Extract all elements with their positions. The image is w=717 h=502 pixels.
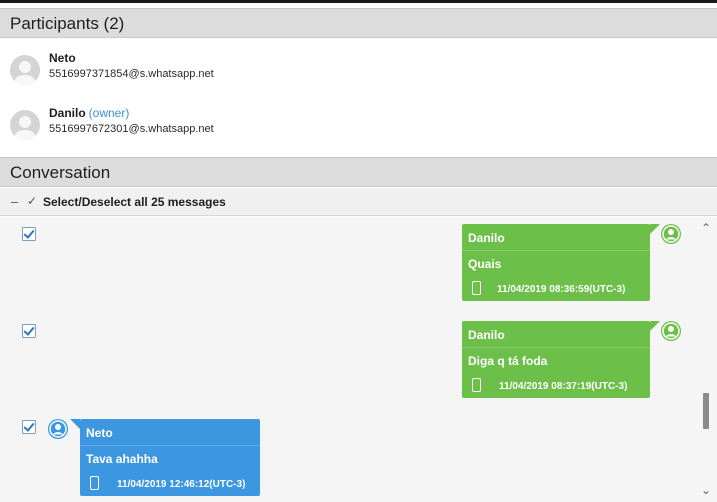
message-text: Diga q tá foda [468, 354, 548, 368]
phone-icon [472, 378, 481, 392]
bubble-tail [650, 321, 660, 331]
owner-tag: (owner) [88, 106, 130, 120]
bubble-tail [70, 419, 80, 429]
message-bubble: Neto Tava ahahha 11/04/2019 12:46:12(UTC… [80, 419, 260, 496]
bubble-divider [80, 445, 260, 446]
message-text: Quais [468, 257, 502, 271]
message-time: 11/04/2019 08:36:59(UTC-3) [497, 284, 626, 295]
participant-item: Danilo (owner) 5516997672301@s.whatsapp.n… [10, 104, 430, 144]
user-silhouette-icon [10, 110, 40, 140]
user-circle-icon [48, 419, 68, 439]
scroll-thumb[interactable] [703, 393, 709, 429]
message-time: 11/04/2019 12:46:12(UTC-3) [117, 479, 246, 490]
message-bubble: Danilo Diga q tá foda 11/04/2019 08:37:1… [462, 321, 650, 398]
message-checkbox[interactable] [22, 324, 36, 338]
scroll-up-icon[interactable]: ⌃ [701, 221, 711, 235]
message-text: Tava ahahha [86, 452, 158, 466]
participant-jid: 5516997672301@s.whatsapp.net [49, 123, 214, 135]
bubble-divider [462, 250, 650, 251]
conversation-header: Conversation [0, 157, 717, 187]
conversation-title: Conversation [10, 163, 111, 182]
bubble-divider [462, 347, 650, 348]
participants-header: Participants (2) [0, 8, 717, 38]
message-bubble: Danilo Quais 11/04/2019 08:36:59(UTC-3) [462, 224, 650, 301]
user-circle-icon [661, 224, 681, 244]
scroll-down-icon[interactable]: ⌄ [701, 483, 711, 497]
user-silhouette-icon [10, 55, 40, 85]
participant-name: Neto [49, 51, 76, 65]
message-time: 11/04/2019 08:37:19(UTC-3) [499, 381, 628, 392]
message-sender: Danilo [468, 231, 505, 245]
conversation-list: Danilo Quais 11/04/2019 08:36:59(UTC-3) … [0, 217, 717, 502]
message-checkbox[interactable] [22, 227, 36, 241]
message-checkbox[interactable] [22, 420, 36, 434]
message-sender: Neto [86, 426, 113, 440]
select-all-bar[interactable]: – ✓ Select/Deselect all 25 messages [0, 188, 717, 216]
participants-title: Participants (2) [10, 14, 125, 33]
phone-icon [90, 476, 99, 490]
participant-jid: 5516997371854@s.whatsapp.net [49, 68, 214, 80]
participant-item: Neto 5516997371854@s.whatsapp.net [10, 49, 430, 89]
select-all-label[interactable]: Select/Deselect all 25 messages [43, 195, 226, 209]
phone-icon [472, 281, 481, 295]
message-sender: Danilo [468, 328, 505, 342]
participant-name: Danilo (owner) [49, 106, 130, 120]
user-circle-icon [661, 321, 681, 341]
bubble-tail [650, 224, 660, 234]
conversation-scrollbar[interactable]: ⌃ ⌄ [696, 217, 717, 502]
check-icon[interactable]: ✓ [27, 194, 37, 208]
window-top-border [0, 0, 717, 3]
collapse-dash-icon[interactable]: – [11, 194, 18, 209]
